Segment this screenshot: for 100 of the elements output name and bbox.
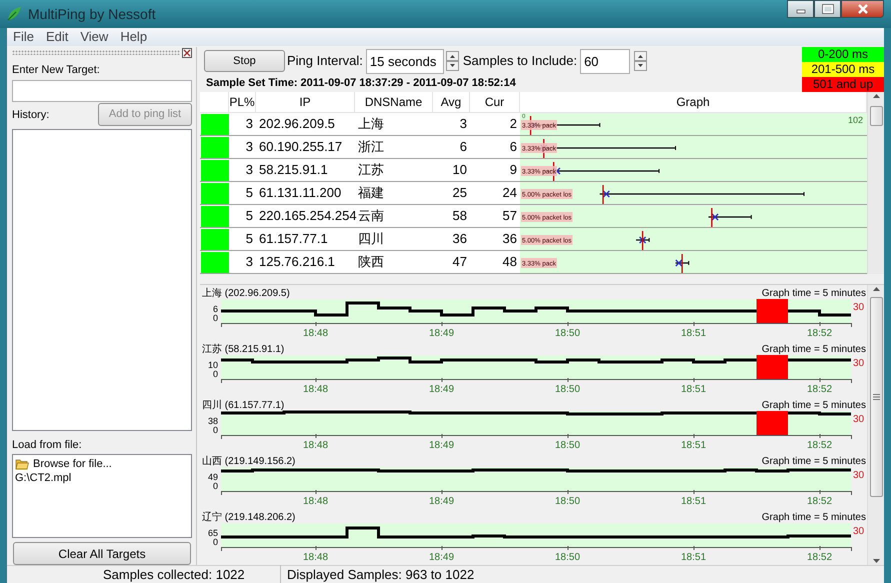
x-tick-label: 18:49 <box>428 384 454 395</box>
scale-label: 30 <box>853 358 864 369</box>
x-tick-label: 18:51 <box>680 384 706 395</box>
table-cell: 220.165.254.254 <box>256 205 355 228</box>
scroll-thumb[interactable] <box>870 106 882 126</box>
average-marker <box>711 213 719 221</box>
menu-item[interactable]: File <box>7 27 40 47</box>
stop-button[interactable]: Stop <box>204 50 285 72</box>
browse-entry[interactable]: Browse for file... <box>33 457 112 471</box>
recent-path-entry[interactable]: G:\CT2.mpl <box>15 471 72 485</box>
current-marker <box>642 231 644 250</box>
status-text: Samples collected: 1022 <box>102 566 246 583</box>
loss-block <box>756 299 788 323</box>
scale-label: 30 <box>853 302 864 313</box>
scale-label: 30 <box>853 526 864 537</box>
legend-item: 501 and up <box>802 77 884 92</box>
grip-handle[interactable] <box>12 50 180 55</box>
target-field[interactable] <box>12 80 192 102</box>
field-label: Ping Interval: <box>287 52 363 70</box>
graph-time-label: Graph time = 5 minutes <box>762 456 866 467</box>
graph-time-label: Graph time = 5 minutes <box>762 400 866 411</box>
table-cell: 202.96.209.5 <box>256 113 355 136</box>
minimize-button[interactable] <box>787 0 814 18</box>
table-cell: 3 <box>229 251 256 274</box>
spin-field[interactable]: 60 <box>580 48 630 74</box>
y-tick-label: 0 <box>212 369 218 379</box>
table-cell: 58 <box>433 205 470 228</box>
y-tick-label: 10 <box>208 360 218 370</box>
table-cell: 陕西 <box>355 251 433 274</box>
table-cell: 10 <box>433 159 470 182</box>
column-header[interactable] <box>200 92 229 113</box>
scroll-up-icon <box>872 285 880 293</box>
x-tick-label: 18:52 <box>806 440 832 451</box>
menu-item[interactable]: Edit <box>40 27 74 47</box>
scrollbar[interactable] <box>867 285 884 565</box>
chart-title: 江苏 (58.215.91.1) <box>202 344 284 355</box>
x-tick-label: 18:48 <box>302 496 328 507</box>
y-tick-label: 0 <box>212 313 218 323</box>
loss-block <box>756 411 788 435</box>
clear-button[interactable]: Clear All Targets <box>13 542 191 565</box>
axis-label: 102 <box>848 115 863 125</box>
table-cell: 江苏 <box>355 159 433 182</box>
chart-title: 辽宁 (219.148.206.2) <box>202 512 296 523</box>
current-marker <box>711 208 712 227</box>
maximize-icon <box>822 4 834 14</box>
maximize-button[interactable] <box>814 0 841 18</box>
y-tick-label: 38 <box>208 416 218 426</box>
table-cell: 浙江 <box>355 136 433 159</box>
field-label: History: <box>12 108 50 122</box>
table-cell: 上海 <box>355 113 433 136</box>
graph-time-label: Graph time = 5 minutes <box>762 512 866 523</box>
field-label: Load from file: <box>12 438 83 452</box>
x-tick-label: 18:49 <box>428 440 454 451</box>
x-tick-label: 18:48 <box>302 328 328 339</box>
x-tick-label: 18:49 <box>428 496 454 507</box>
menu-item[interactable]: View <box>74 27 114 47</box>
spin-arrows-icon <box>634 50 648 70</box>
field-label: Enter New Target: <box>12 63 101 77</box>
average-marker <box>675 259 683 267</box>
range-bar <box>676 260 690 266</box>
table-cell: 3 <box>229 113 256 136</box>
scale-label: 30 <box>853 414 864 425</box>
current-marker <box>681 254 683 273</box>
table-cell: 5 <box>229 205 256 228</box>
x-tick-label: 18:51 <box>680 496 706 507</box>
scrollbar[interactable] <box>867 92 884 274</box>
y-tick-label: 0 <box>212 537 218 547</box>
column-header[interactable]: Cur <box>470 92 520 113</box>
table-cell: 61.157.77.1 <box>256 228 355 251</box>
table-cell: 58.215.91.1 <box>256 159 355 182</box>
chart-title: 四川 (61.157.77.1) <box>202 400 284 411</box>
scroll-thumb[interactable] <box>870 297 882 497</box>
range-bar <box>636 238 650 242</box>
menu-item[interactable]: Help <box>114 27 154 47</box>
table-cell: 6 <box>433 136 470 159</box>
column-header[interactable]: IP <box>256 92 355 113</box>
column-header[interactable]: DNSName <box>355 92 433 113</box>
x-tick-label: 18:52 <box>806 328 832 339</box>
x-tick-label: 18:48 <box>302 384 328 395</box>
table-cell: 60.190.255.17 <box>256 136 355 159</box>
sample-time-text: Sample Set Time: 2011-09-07 18:37:29 - 2011-09-07 18:52:14 <box>205 76 517 91</box>
column-header[interactable]: Avg <box>433 92 470 113</box>
graph-time-label: Graph time = 5 minutes <box>762 288 866 299</box>
x-tick-label: 18:49 <box>428 328 454 339</box>
spin-field[interactable]: 15 seconds <box>366 48 444 74</box>
x-tick-label: 18:52 <box>806 552 832 563</box>
x-tick-label: 18:50 <box>554 328 580 339</box>
scale-label: 30 <box>853 470 864 481</box>
y-tick-label: 6 <box>212 304 218 314</box>
x-tick-label: 18:48 <box>302 440 328 451</box>
loss-block <box>756 355 788 379</box>
table-cell: 25 <box>433 182 470 205</box>
window-title: MultiPing by Nessoft <box>28 4 156 24</box>
close-icon <box>182 48 192 58</box>
x-tick-label: 18:50 <box>554 496 580 507</box>
column-header[interactable]: PL% <box>229 92 256 113</box>
legend-item: 0-200 ms <box>802 47 884 62</box>
grip-icon <box>872 394 880 400</box>
close-icon <box>856 4 868 14</box>
close-button[interactable] <box>841 0 884 18</box>
